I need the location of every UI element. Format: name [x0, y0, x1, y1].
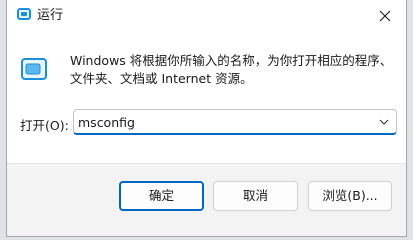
open-label: 打开(O):	[20, 118, 69, 133]
title-bar[interactable]: 运行	[7, 0, 406, 34]
run-title-icon	[17, 8, 31, 20]
description-line-2: 文件夹、文档或 Internet 资源。	[70, 71, 253, 86]
dialog-footer: 确定 取消 浏览(B)...	[7, 163, 406, 236]
close-button[interactable]	[366, 0, 406, 32]
window-title: 运行	[37, 8, 64, 23]
browse-button[interactable]: 浏览(B)...	[308, 181, 392, 211]
open-input[interactable]	[78, 112, 368, 132]
run-dialog: 运行 Windows 将根据你所输入的名称，为你打开相应的程序、 文件夹、文档或…	[6, 0, 407, 237]
open-combobox[interactable]	[73, 109, 397, 135]
description-text: Windows 将根据你所输入的名称，为你打开相应的程序、 文件夹、文档或 In…	[70, 52, 400, 88]
chevron-down-icon[interactable]	[376, 115, 392, 129]
ok-button[interactable]: 确定	[119, 181, 204, 211]
run-app-icon	[21, 58, 47, 80]
cancel-button[interactable]: 取消	[213, 181, 298, 211]
description-line-1: Windows 将根据你所输入的名称，为你打开相应的程序、	[70, 53, 393, 68]
close-icon	[379, 10, 391, 22]
